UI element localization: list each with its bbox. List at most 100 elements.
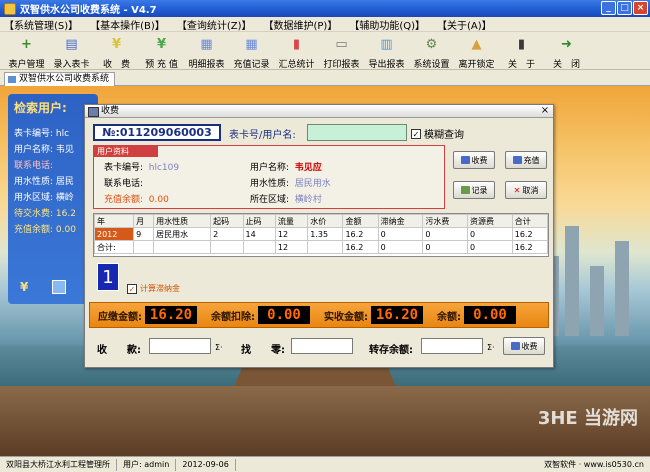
toolbar-button-9[interactable]: ⚙ 系统设置	[409, 32, 454, 71]
table-cell: 0	[422, 240, 469, 254]
charge-button[interactable]: 收费	[453, 151, 495, 169]
record-button[interactable]: 记录	[453, 181, 495, 199]
grid2-icon: ▦	[245, 36, 258, 52]
table-header[interactable]: 水价	[307, 214, 344, 228]
area-value: 横岭村	[294, 195, 322, 205]
toolbar-label: 系统设置	[413, 60, 450, 70]
search-field-0: 表卡编号: hlc	[14, 129, 70, 139]
calc-late-fee-label: 计算滞纳金	[140, 284, 180, 293]
user-info-box: 用户资料 表卡编号: hlc109 用户名称: 韦见应 联系电话: 用水性质: …	[93, 145, 445, 209]
nature-value: 居民用水	[294, 179, 331, 189]
toolbar-button-5[interactable]: ▦ 充值记录	[229, 32, 274, 71]
table-header[interactable]: 流量	[274, 214, 309, 228]
app-title: 双智供水公司收费系统 - V4.7	[20, 5, 157, 16]
sigma-icon[interactable]: Σ·	[487, 343, 495, 352]
user-info-header: 用户资料	[94, 146, 158, 157]
table-header[interactable]: 起码	[210, 214, 244, 228]
status-date: 2012-09-06	[176, 458, 236, 471]
title-bar: 双智供水公司收费系统 - V4.7 _ □ ×	[0, 0, 650, 17]
toolbar-button-10[interactable]: ▲ 离开锁定	[454, 32, 499, 71]
toolbar-button-8[interactable]: ▥ 导出报表	[364, 32, 409, 71]
checkbox-icon[interactable]: ✓	[411, 128, 421, 139]
table-header[interactable]: 合计	[511, 214, 549, 228]
menu-item-4[interactable]: 【辅助功能(Q)】	[347, 17, 427, 32]
table-header[interactable]: 污水费	[422, 214, 469, 228]
yen-icon[interactable]: ¥	[20, 280, 34, 294]
table-header[interactable]: 年	[93, 214, 135, 228]
cancel-button[interactable]: ✕ 取消	[505, 181, 547, 199]
maximize-button[interactable]: □	[617, 1, 632, 15]
recharge-button[interactable]: 充值	[505, 151, 547, 169]
transfer-input[interactable]	[421, 338, 483, 354]
prepay-icon: ¥	[156, 36, 167, 52]
table-header[interactable]: 月	[133, 214, 155, 228]
remain-amount: 0.00	[464, 306, 516, 324]
dialog-title: 收费 ×	[85, 105, 553, 118]
table-row[interactable]: 2012 9 居民用水 2 14 12 1.35 16.2 0 0 0 16.2	[93, 227, 549, 241]
charge-icon	[460, 156, 470, 164]
nature-field: 用水性质: 居民用水	[250, 179, 331, 189]
menu-item-0[interactable]: 【系统管理(S)】	[2, 17, 80, 32]
dialog-title-text: 收费	[101, 106, 120, 116]
menu-item-2[interactable]: 【查询统计(Z)】	[175, 17, 254, 32]
toolbar-button-3[interactable]: ¥ 预 充 值	[139, 32, 184, 71]
toolbar-label: 汇总统计	[278, 60, 315, 70]
toolbar-label: 录入表卡	[53, 60, 90, 70]
toolbar-label: 充值记录	[233, 60, 270, 70]
table-cell	[210, 240, 244, 254]
toolbar-button-11[interactable]: ▮ 关 于	[499, 32, 544, 71]
toolbar-button-0[interactable]: + 表户管理	[4, 32, 49, 71]
amount-bar: 应缴金额: 16.20 余额扣除: 0.00 实收金额: 16.20 余额: 0…	[89, 302, 549, 328]
building-shape	[590, 266, 604, 336]
lock-icon: ▲	[471, 36, 482, 52]
table-row[interactable]: 合计: 12 16.2 0 0 0 16.2	[93, 240, 549, 254]
charge-submit-button[interactable]: 收费	[503, 337, 545, 355]
card-icon[interactable]	[52, 280, 66, 294]
table-header[interactable]: 资源费	[467, 214, 513, 228]
tab-main[interactable]: 双智供水公司收费系统	[4, 72, 116, 86]
remain-label: 余额:	[437, 311, 461, 323]
table-header[interactable]: 用水性质	[153, 214, 212, 228]
toolbar-label: 导出报表	[368, 60, 405, 70]
toolbar-button-6[interactable]: ▮ 汇总统计	[274, 32, 319, 71]
transfer-label: 转存余额:	[369, 345, 413, 356]
sigma-icon[interactable]: Σ·	[215, 343, 223, 352]
checkbox-icon[interactable]: ✓	[127, 283, 137, 294]
billing-table: 年月用水性质 起码 止码 流量 水价 金额 滞纳金 污水费 资源费 合计 2012 9 居民用水 2 14…	[93, 213, 549, 257]
toolbar-button-1[interactable]: ▤ 录入表卡	[49, 32, 94, 71]
table-header[interactable]: 止码	[242, 214, 276, 228]
table-header[interactable]: 滞纳金	[377, 214, 424, 228]
printer-icon: ▭	[335, 36, 348, 52]
card-search-input[interactable]	[307, 124, 407, 141]
calc-late-fee-toggle[interactable]: ✓ 计算滞纳金	[127, 283, 180, 294]
close-icon[interactable]: ×	[539, 105, 551, 117]
table-cell: 16.2	[342, 240, 379, 254]
close-window-button[interactable]: ×	[633, 1, 648, 15]
menu-item-1[interactable]: 【基本操作(B)】	[88, 17, 167, 32]
table-cell: 16.2	[342, 227, 379, 241]
toolbar-button-4[interactable]: ▦ 明细报表	[184, 32, 229, 71]
fuzzy-search-toggle[interactable]: ✓ 模糊查询	[411, 126, 464, 141]
minimize-button[interactable]: _	[601, 1, 616, 15]
table-cell: 2012	[93, 227, 135, 241]
receive-input[interactable]	[149, 338, 211, 354]
area-field: 所在区域: 横岭村	[250, 195, 322, 205]
menu-bar: 【系统管理(S)】 【基本操作(B)】 【查询统计(Z)】 【数据维护(P)】 【辅助功…	[0, 17, 650, 32]
toolbar-button-2[interactable]: ¥ 收 费	[94, 32, 139, 71]
table-header[interactable]: 金额	[342, 214, 379, 228]
change-input[interactable]	[291, 338, 353, 354]
toolbar-label: 明细报表	[188, 60, 225, 70]
card-search-label: 表卡号/用户名:	[229, 130, 296, 141]
toolbar-button-12[interactable]: ➜ 关 闭	[544, 32, 589, 71]
deduct-amount: 0.00	[258, 306, 310, 324]
toolbar-label: 打印报表	[323, 60, 360, 70]
table-cell: 0	[422, 227, 469, 241]
toolbar-button-7[interactable]: ▭ 打印报表	[319, 32, 364, 71]
table-cell: 2	[210, 227, 244, 241]
menu-item-5[interactable]: 【关于(A)】	[435, 17, 494, 32]
status-user: 用户: admin	[117, 458, 177, 471]
menu-item-3[interactable]: 【数据维护(P)】	[261, 17, 339, 32]
watermark: 3HE 当游网	[537, 408, 638, 429]
receive-label: 收 款:	[97, 345, 141, 356]
recharge-icon	[512, 156, 522, 164]
